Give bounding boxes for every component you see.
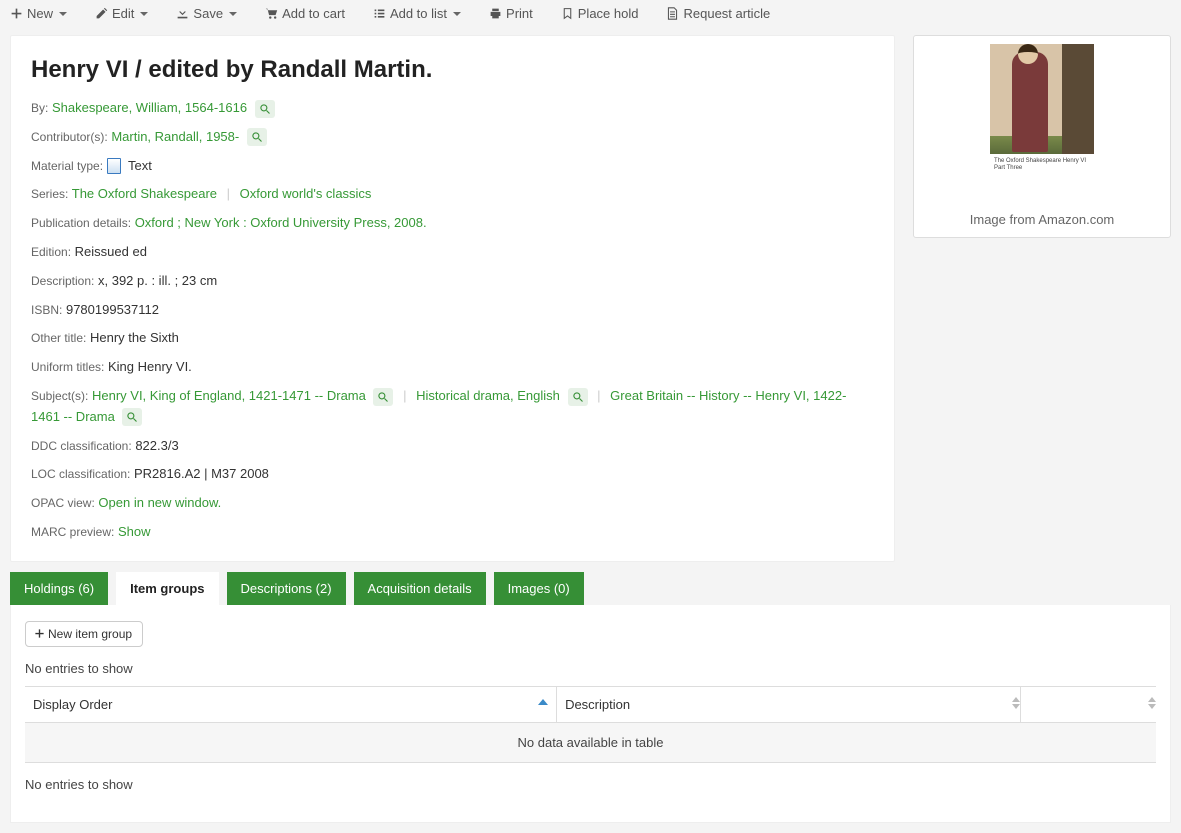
entries-bottom-message: No entries to show [25,777,1156,792]
search-icon[interactable] [247,128,267,146]
cart-icon [265,7,278,20]
tabs: Holdings (6) Item groups Descriptions (2… [10,572,1171,605]
opac-label: OPAC view: [31,496,95,510]
description-value: x, 392 p. : ill. ; 23 cm [98,273,217,288]
list-icon [373,7,386,20]
material-type-label: Material type: [31,159,103,173]
series-link-2[interactable]: Oxford world's classics [240,186,372,201]
plus-icon [10,7,23,20]
marc-label: MARC preview: [31,525,114,539]
contributor-link[interactable]: Martin, Randall, 1958- [111,129,239,144]
request-article-button[interactable]: Request article [666,6,770,21]
download-icon [176,7,189,20]
publication-label: Publication details: [31,216,131,230]
publication-link[interactable]: Oxford ; New York : Oxford University Pr… [135,215,427,230]
tab-acquisition[interactable]: Acquisition details [354,572,486,605]
marc-show-link[interactable]: Show [118,524,151,539]
plus-icon [34,628,45,639]
uniform-titles-label: Uniform titles: [31,360,104,374]
subject-link-2[interactable]: Historical drama, English [416,388,560,403]
subjects-label: Subject(s): [31,389,88,403]
no-data-row: No data available in table [25,722,1156,762]
search-icon[interactable] [122,408,142,426]
record-title: Henry VI / edited by Randall Martin. [31,56,874,84]
toolbar: New Edit Save Add to cart Add to list Pr… [0,0,1181,31]
ddc-value: 822.3/3 [135,438,178,453]
material-type-value: Text [128,158,152,173]
uniform-titles-value: King Henry VI. [108,359,192,374]
col-display-order[interactable]: Display Order [25,686,557,722]
contributor-label: Contributor(s): [31,130,108,144]
save-button[interactable]: Save [176,6,237,21]
isbn-value: 9780199537112 [66,302,159,317]
print-icon [489,7,502,20]
tab-images[interactable]: Images (0) [494,572,584,605]
new-item-group-button[interactable]: New item group [25,621,143,647]
loc-label: LOC classification: [31,467,130,481]
search-icon[interactable] [568,388,588,406]
edition-label: Edition: [31,245,71,259]
place-hold-button[interactable]: Place hold [561,6,639,21]
author-link[interactable]: Shakespeare, William, 1564-1616 [52,100,247,115]
opac-link[interactable]: Open in new window. [98,495,221,510]
other-title-label: Other title: [31,331,86,345]
search-icon[interactable] [255,100,275,118]
by-label: By: [31,101,48,115]
edition-value: Reissued ed [75,244,147,259]
caret-icon [140,12,148,16]
col-description[interactable]: Description [557,686,1021,722]
caret-icon [59,12,67,16]
series-label: Series: [31,187,68,201]
tab-descriptions[interactable]: Descriptions (2) [227,572,346,605]
cover-card: The Oxford Shakespeare Henry VI Part Thr… [913,35,1171,238]
tab-item-groups[interactable]: Item groups [116,572,218,605]
caret-icon [229,12,237,16]
cover-caption: Image from Amazon.com [922,212,1162,227]
isbn-label: ISBN: [31,303,62,317]
subject-link-1[interactable]: Henry VI, King of England, 1421-1471 -- … [92,388,366,403]
print-button[interactable]: Print [489,6,533,21]
series-link-1[interactable]: The Oxford Shakespeare [72,186,217,201]
cover-band-text: The Oxford Shakespeare Henry VI Part Thr… [990,154,1094,204]
description-label: Description: [31,274,94,288]
tab-holdings[interactable]: Holdings (6) [10,572,108,605]
col-actions[interactable] [1020,686,1156,722]
other-title-value: Henry the Sixth [90,330,179,345]
text-icon [107,158,121,174]
caret-icon [453,12,461,16]
item-groups-table: Display Order Description No data availa… [25,686,1156,763]
record-card: Henry VI / edited by Randall Martin. By:… [10,35,895,562]
loc-value: PR2816.A2 | M37 2008 [134,466,269,481]
search-icon[interactable] [373,388,393,406]
ddc-label: DDC classification: [31,439,132,453]
cover-image[interactable]: The Oxford Shakespeare Henry VI Part Thr… [990,44,1094,204]
tab-content-item-groups: New item group No entries to show Displa… [10,605,1171,823]
add-to-cart-button[interactable]: Add to cart [265,6,345,21]
bookmark-icon [561,7,574,20]
add-to-list-button[interactable]: Add to list [373,6,461,21]
edit-button[interactable]: Edit [95,6,148,21]
sort-asc-icon [538,699,548,705]
new-button[interactable]: New [10,6,67,21]
pencil-icon [95,7,108,20]
document-icon [666,7,679,20]
entries-top-message: No entries to show [25,661,1156,676]
